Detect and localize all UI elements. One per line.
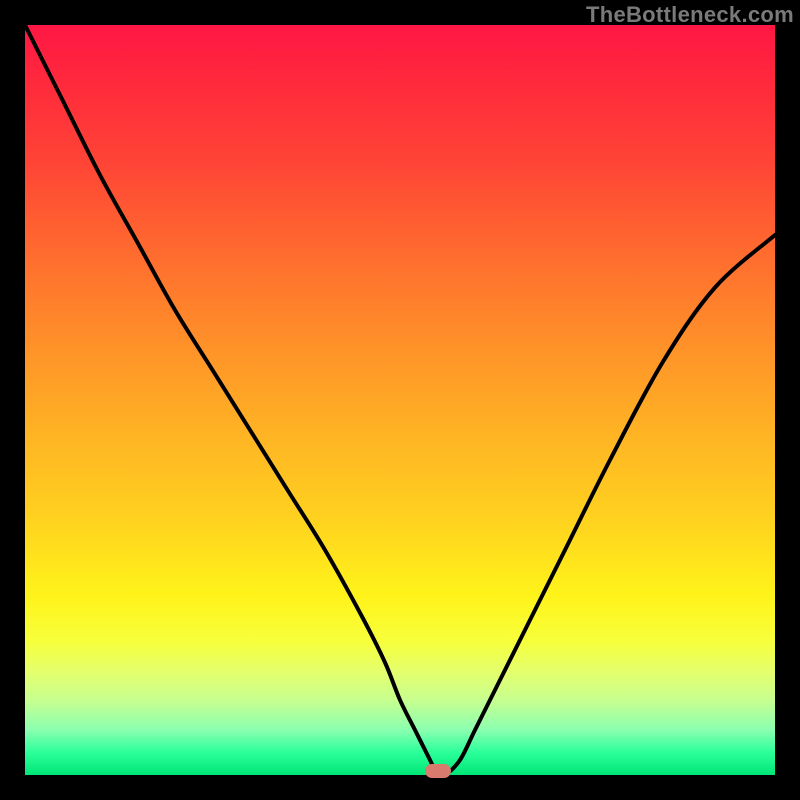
plot-gradient-background [25,25,775,775]
chart-frame: TheBottleneck.com [0,0,800,800]
optimal-point-marker [425,764,451,778]
